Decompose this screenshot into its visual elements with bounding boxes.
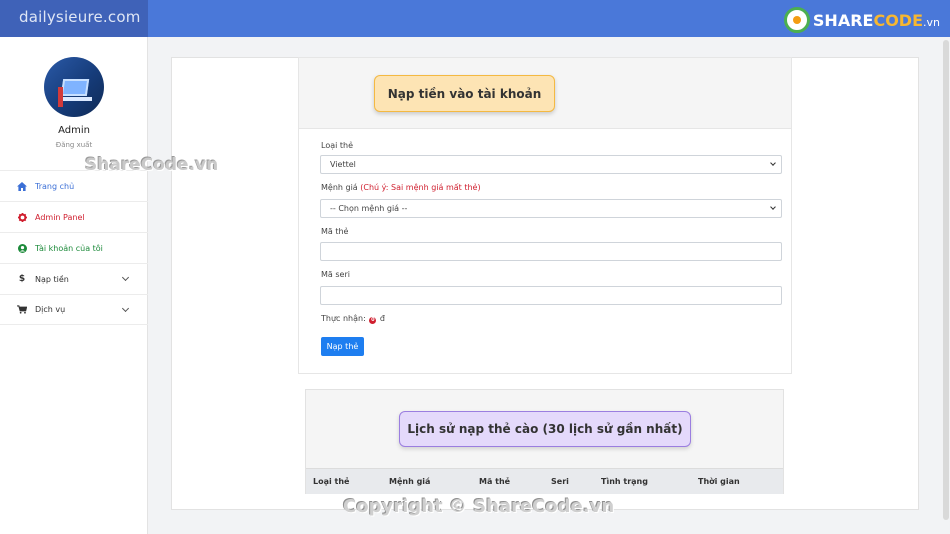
cart-icon [17, 305, 27, 315]
card-type-selected-value: Viettel [330, 160, 356, 169]
sidebar-item-label: Nạp tiền [35, 274, 69, 284]
watermark-sidebar: ShareCode.vn [85, 155, 219, 175]
sidebar-menu: Trang chủ Admin Panel Tài khoản của tôi … [0, 170, 148, 325]
logo-part-share: SHARE [812, 10, 874, 30]
dollar-icon: $ [18, 274, 26, 284]
card-type-select[interactable]: Viettel [320, 155, 782, 174]
sidebar-item-services[interactable]: Dịch vụ [0, 294, 148, 325]
denomination-select[interactable]: -- Chọn mệnh giá -- [320, 199, 782, 218]
column-header-status: Tình trạng [601, 477, 648, 486]
sidebar-item-my-account[interactable]: Tài khoản của tôi [0, 232, 148, 263]
column-header-time: Thời gian [698, 477, 740, 486]
sharecode-logo: SHARECODE.vn [783, 7, 940, 33]
avatar-laptop-icon [60, 79, 90, 96]
card-code-input[interactable] [320, 242, 782, 261]
scrollbar[interactable] [943, 40, 949, 520]
sidebar: Admin Đăng xuất Trang chủ Admin Panel Tà… [0, 37, 148, 534]
brand-logo-text[interactable]: dailysieure.com [0, 0, 148, 37]
history-table-header: Loại thẻ Mệnh giá Mã thẻ Seri Tình trạng… [306, 468, 783, 494]
logo-part-domain: .vn [923, 15, 940, 29]
sharecode-logo-icon [783, 7, 810, 33]
watermark-footer: Copyright © ShareCode.vn [343, 496, 615, 517]
deposit-form-panel: Nạp tiền vào tài khoản Loại thẻ Viettel … [298, 57, 792, 374]
column-header-denomination: Mệnh giá [389, 477, 431, 486]
received-currency: đ [379, 314, 385, 323]
sidebar-item-label: Dịch vụ [35, 305, 66, 314]
sidebar-item-label: Tài khoản của tôi [35, 243, 103, 253]
user-name: Admin [58, 125, 90, 136]
denomination-selected-value: -- Chọn mệnh giá -- [330, 204, 408, 213]
received-label: Thực nhận: [321, 314, 366, 323]
received-amount-value: 0 [369, 317, 377, 324]
serial-input[interactable] [320, 286, 782, 305]
avatar-figure [58, 87, 63, 107]
history-title: Lịch sử nạp thẻ cào (30 lịch sử gần nhất… [399, 411, 691, 447]
gear-icon [17, 212, 27, 222]
column-header-card-type: Loại thẻ [313, 477, 350, 486]
serial-label: Mã seri [321, 270, 350, 279]
submit-card-button[interactable]: Nạp thẻ [321, 337, 364, 356]
avatar [44, 57, 104, 117]
denomination-label-text: Mệnh giá [321, 183, 358, 192]
sharecode-logo-text: SHARECODE.vn [813, 11, 940, 30]
column-header-card-code: Mã thẻ [479, 477, 511, 486]
column-header-serial: Seri [551, 477, 569, 486]
sidebar-item-label: Trang chủ [35, 181, 75, 191]
card-type-label: Loại thẻ [321, 141, 354, 150]
chevron-down-icon [770, 160, 776, 166]
sidebar-item-deposit[interactable]: $ Nạp tiền [0, 263, 148, 294]
deposit-form-header: Nạp tiền vào tài khoản [299, 58, 791, 129]
sidebar-item-admin-panel[interactable]: Admin Panel [0, 201, 148, 232]
user-circle-icon [17, 243, 27, 253]
chevron-down-icon [770, 204, 776, 210]
sidebar-item-label: Admin Panel [35, 212, 85, 222]
history-panel: Lịch sử nạp thẻ cào (30 lịch sử gần nhất… [305, 389, 784, 494]
home-icon [17, 181, 27, 191]
logout-link[interactable]: Đăng xuất [0, 141, 148, 149]
deposit-form-title: Nạp tiền vào tài khoản [374, 75, 555, 112]
top-navbar: dailysieure.com SHARECODE.vn [0, 0, 950, 37]
avatar-laptop-base [58, 97, 92, 101]
received-amount: Thực nhận: 0 đ [321, 314, 385, 324]
denomination-warning: (Chú ý: Sai mệnh giá mất thẻ) [360, 183, 481, 192]
chevron-down-icon [121, 304, 130, 313]
card-code-label: Mã thẻ [321, 227, 349, 236]
denomination-label: Mệnh giá (Chú ý: Sai mệnh giá mất thẻ) [321, 183, 481, 192]
logo-part-code: CODE [873, 10, 924, 30]
chevron-down-icon [121, 273, 130, 282]
